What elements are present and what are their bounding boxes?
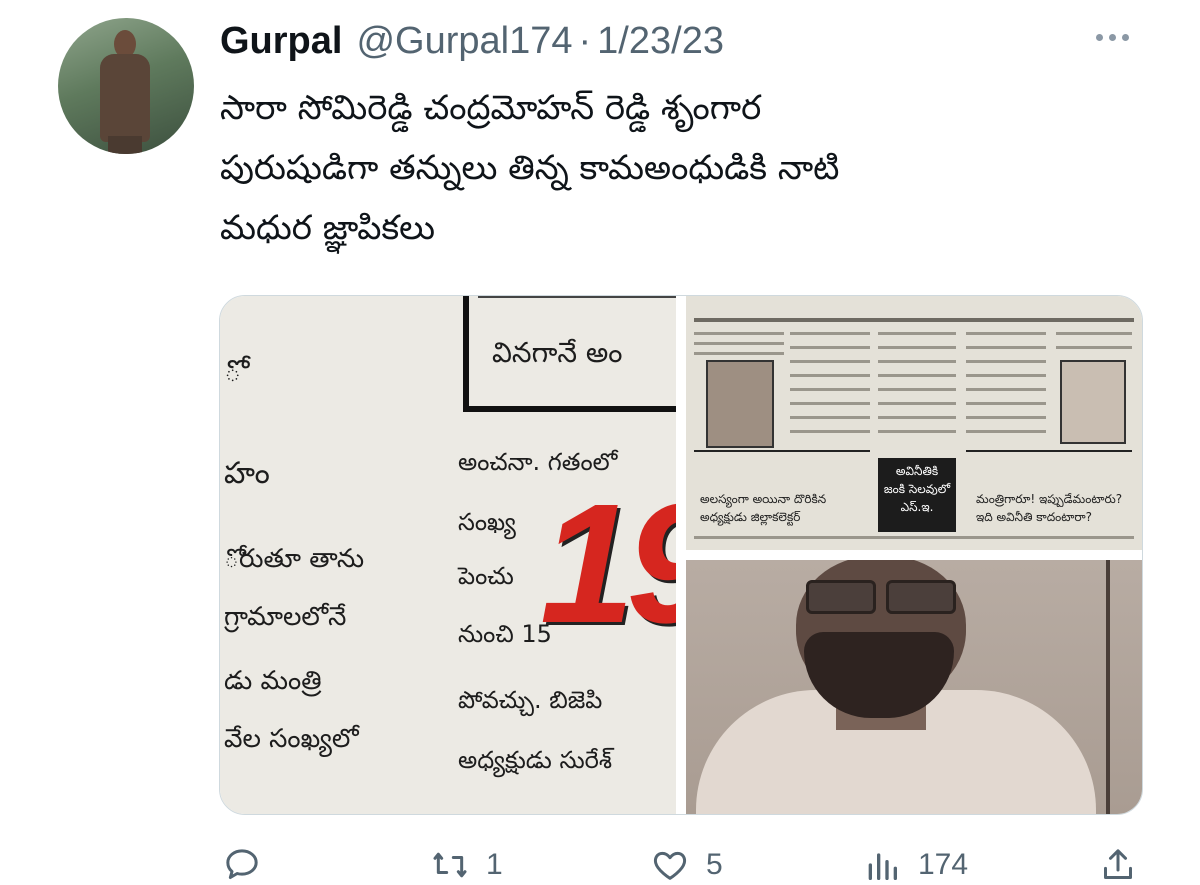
clip-right-line: నుంచి 15 (458, 620, 552, 648)
news-text-line (966, 388, 1046, 391)
media-image-left[interactable]: ో హం ోరుతూ తాను గ్రామాలలోనే డు మంత్రి వే… (220, 296, 676, 814)
portrait-lens (806, 580, 876, 614)
news-text-line (1056, 332, 1132, 335)
news-rule (966, 450, 1132, 452)
clip-right-line: పోవచ్చు. బిజెపి (458, 686, 603, 714)
news-text-line (790, 402, 870, 405)
media-grid[interactable]: ో హం ోరుతూ తాను గ్రామాలలోనే డు మంత్రి వే… (219, 295, 1143, 815)
news-photo-woman (706, 360, 774, 448)
share-icon (1104, 849, 1132, 879)
news-text-line (790, 430, 870, 433)
more-dot (1109, 34, 1116, 41)
news-text-line (966, 346, 1046, 349)
media-image-bottom-right[interactable] (686, 560, 1142, 814)
clip-left-line: వేల సంఖ్యలో (224, 724, 359, 754)
tweet-date[interactable]: 1/23/23 (597, 20, 724, 63)
news-text-line (966, 360, 1046, 363)
tweet-text: సారా సోమిరెడ్డి చంద్రమోహన్ రెడ్డి శృంగార… (220, 88, 840, 248)
news-text-line (694, 352, 784, 355)
more-dot (1096, 34, 1103, 41)
avatar[interactable] (58, 18, 194, 154)
clip-right-line: సంఖ్య (458, 508, 516, 536)
views-icon (868, 853, 897, 880)
clip-box-border (463, 406, 676, 412)
media-image-top-right[interactable]: అవినీతికి జంకి సెలవులో ఎస్.ఇ. అలస్యంగా అ… (686, 296, 1142, 550)
news-text-line (790, 360, 870, 363)
retweet-button[interactable]: 1 (428, 845, 503, 885)
avatar-person-legs (108, 136, 142, 154)
news-text-line (878, 360, 956, 363)
clip-left-line: ోరుతూ తాను (224, 544, 365, 574)
news-text-line (966, 416, 1046, 419)
news-text-line (966, 374, 1046, 377)
more-dot (1122, 34, 1129, 41)
portrait-glasses (806, 580, 956, 614)
like-button[interactable]: 5 (648, 845, 723, 885)
views-button[interactable]: 174 (860, 845, 968, 885)
news-text-line (1056, 346, 1132, 349)
news-text-line (966, 402, 1046, 405)
news-text-line (878, 402, 956, 405)
news-caption-right: మంత్రిగారూ! ఇప్పుడేమంటారు? ఇది అవినీతి క… (976, 492, 1123, 524)
clip-boxed-text: వినగానే అం (492, 336, 623, 369)
clip-right-line: అధ్యక్షుడు సురేశ్ (458, 746, 613, 774)
news-text-line (966, 430, 1046, 433)
share-button[interactable] (1096, 845, 1140, 885)
news-text-line (790, 388, 870, 391)
clip-left-line: ో (224, 354, 242, 389)
retweet-icon (433, 852, 467, 878)
author-name[interactable]: Gurpal (220, 20, 342, 63)
news-text-line (878, 332, 956, 335)
news-text-line (966, 332, 1046, 335)
news-text-line (878, 346, 956, 349)
news-rule (694, 318, 1134, 322)
more-icon[interactable] (1096, 34, 1129, 41)
news-text-line (878, 388, 956, 391)
news-text-line (790, 374, 870, 377)
views-count: 174 (918, 848, 969, 881)
like-icon (653, 851, 687, 880)
news-text-line (878, 416, 956, 419)
news-text-line (878, 374, 956, 377)
like-count: 5 (706, 848, 723, 881)
reply-icon (226, 849, 258, 879)
news-text-line (694, 536, 1134, 539)
news-text-line (790, 416, 870, 419)
tweet-header: Gurpal @Gurpal174 · 1/23/23 (220, 20, 724, 64)
tweet[interactable]: Gurpal @Gurpal174 · 1/23/23 సారా సోమిరెడ… (0, 0, 1200, 885)
news-rule (694, 450, 870, 452)
clip-left-line: డు మంత్రి (224, 666, 322, 696)
clip-box-border (463, 296, 469, 412)
clip-big-number: 19 (540, 469, 676, 659)
news-photo-man (1060, 360, 1126, 444)
news-text-line (694, 342, 784, 345)
clip-left-line: గ్రామాలలోనే (224, 602, 347, 632)
author-handle[interactable]: @Gurpal174 (356, 20, 572, 63)
clip-box-inner-border (478, 296, 676, 298)
clip-right-line: పెంచు (458, 562, 514, 590)
clip-left-line: హం (224, 456, 270, 491)
tweet-actions: 1 5 174 (0, 835, 1200, 885)
header-separator: · (578, 20, 592, 62)
news-text-line (878, 430, 956, 433)
reply-button[interactable] (220, 845, 278, 885)
news-text-line (790, 332, 870, 335)
news-text-line (694, 332, 784, 335)
news-headline-box: అవినీతికి జంకి సెలవులో ఎస్.ఇ. (878, 458, 956, 532)
avatar-person-body (100, 54, 150, 142)
retweet-count: 1 (486, 848, 503, 881)
portrait-lens (886, 580, 956, 614)
news-caption-left: అలస్యంగా అయినా దొరికిన అధ్యక్షుడు జిల్లా… (700, 492, 827, 524)
news-text-line (790, 346, 870, 349)
portrait-frame-edge (1106, 560, 1110, 814)
